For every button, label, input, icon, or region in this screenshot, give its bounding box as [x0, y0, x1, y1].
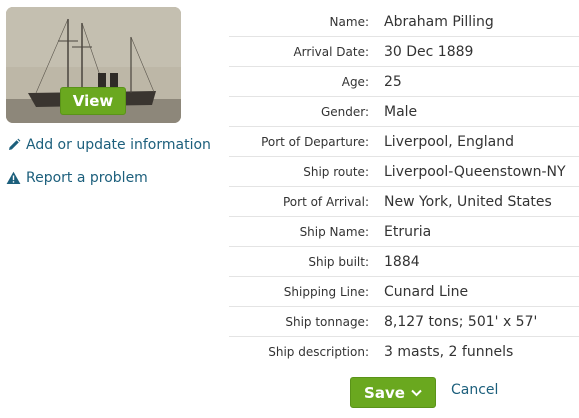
- detail-label: Ship built:: [308, 254, 369, 269]
- detail-row-ship-built: Ship built: 1884: [229, 247, 579, 277]
- detail-label: Ship description:: [268, 345, 369, 359]
- detail-label: Age:: [341, 74, 369, 89]
- detail-row-port-of-departure: Port of Departure: Liverpool, England: [229, 127, 579, 157]
- detail-label: Port of Arrival:: [282, 194, 369, 209]
- save-button[interactable]: Save: [350, 377, 436, 408]
- detail-label: Ship Name:: [299, 224, 369, 239]
- detail-value: Cunard Line: [384, 283, 469, 300]
- detail-label: Arrival Date:: [293, 44, 369, 59]
- detail-value: New York, United States: [384, 193, 552, 210]
- detail-row-port-of-arrival: Port of Arrival: New York, United States: [229, 187, 579, 217]
- cancel-link[interactable]: Cancel: [451, 382, 498, 398]
- record-page: View Add or update information Report a …: [0, 0, 579, 418]
- report-problem-link[interactable]: Report a problem: [6, 170, 148, 186]
- detail-value: 3 masts, 2 funnels: [384, 344, 514, 360]
- report-problem-label: Report a problem: [26, 170, 148, 186]
- chevron-down-icon: [411, 389, 422, 397]
- save-button-label: Save: [364, 383, 405, 402]
- detail-row-arrival-date: Arrival Date: 30 Dec 1889: [229, 37, 579, 67]
- detail-row-gender: Gender: Male: [229, 97, 579, 127]
- detail-row-ship-description: Ship description: 3 masts, 2 funnels: [229, 337, 579, 367]
- detail-value: Etruria: [384, 223, 432, 240]
- detail-label: Ship tonnage:: [285, 314, 369, 329]
- detail-label: Shipping Line:: [283, 284, 369, 299]
- detail-label: Name:: [329, 14, 369, 29]
- detail-row-age: Age: 25: [229, 67, 579, 97]
- detail-value: Abraham Pilling: [384, 13, 494, 30]
- record-details-list: Name: Abraham Pilling Arrival Date: 30 D…: [229, 7, 579, 367]
- warning-icon: [6, 171, 21, 186]
- detail-value: Male: [384, 103, 418, 120]
- detail-label: Port of Departure:: [261, 134, 369, 149]
- detail-label: Ship route:: [303, 164, 369, 179]
- detail-value: 8,127 tons; 501' x 57': [384, 313, 538, 330]
- detail-row-name: Name: Abraham Pilling: [229, 7, 579, 37]
- detail-row-ship-name: Ship Name: Etruria: [229, 217, 579, 247]
- add-update-info-link[interactable]: Add or update information: [6, 137, 211, 153]
- detail-row-ship-tonnage: Ship tonnage: 8,127 tons; 501' x 57': [229, 307, 579, 337]
- view-photo-button[interactable]: View: [60, 87, 126, 115]
- detail-row-shipping-line: Shipping Line: Cunard Line: [229, 277, 579, 307]
- detail-label: Gender:: [320, 104, 369, 119]
- detail-value: 25: [384, 73, 402, 90]
- detail-row-ship-route: Ship route: Liverpool-Queenstown-NY: [229, 157, 579, 187]
- detail-value: 30 Dec 1889: [384, 43, 474, 60]
- ship-photo-thumbnail[interactable]: View: [6, 7, 181, 123]
- detail-value: Liverpool, England: [384, 133, 514, 150]
- detail-value: 1884: [384, 253, 420, 270]
- detail-value: Liverpool-Queenstown-NY: [384, 163, 566, 180]
- add-update-info-label: Add or update information: [26, 137, 211, 153]
- pencil-icon: [6, 138, 21, 153]
